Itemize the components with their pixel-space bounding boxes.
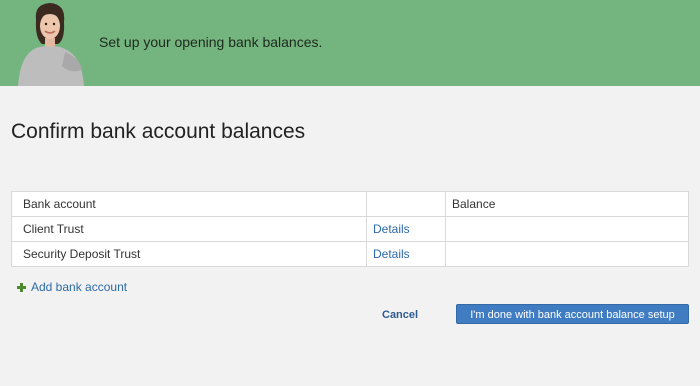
cancel-button[interactable]: Cancel [382, 309, 418, 321]
done-setup-button[interactable]: I'm done with bank account balance setup [456, 304, 689, 324]
avatar [10, 0, 92, 86]
balance-cell [445, 216, 689, 242]
banner-message: Set up your opening bank balances. [99, 34, 323, 50]
table-row: Security Deposit Trust Details [11, 241, 689, 267]
person-illustration [18, 3, 84, 86]
account-name-cell: Client Trust [11, 216, 367, 242]
column-header-details [366, 191, 446, 217]
bank-accounts-table: Bank account Balance Client Trust Detail… [11, 191, 689, 267]
header-banner: Set up your opening bank balances. [0, 0, 700, 86]
column-header-balance[interactable]: Balance [445, 191, 689, 217]
account-name-cell: Security Deposit Trust [11, 241, 367, 267]
column-header-bank-account[interactable]: Bank account [11, 191, 367, 217]
table-header-row: Bank account Balance [11, 191, 689, 217]
page-title: Confirm bank account balances [11, 120, 306, 143]
details-link[interactable]: Details [373, 247, 410, 261]
details-cell: Details [366, 241, 446, 267]
table-row: Client Trust Details [11, 216, 689, 242]
details-link[interactable]: Details [373, 222, 410, 236]
add-bank-account-row[interactable]: Add bank account [17, 280, 127, 294]
balance-cell [445, 241, 689, 267]
add-bank-account-link[interactable]: Add bank account [31, 280, 127, 294]
details-cell: Details [366, 216, 446, 242]
plus-icon[interactable] [17, 282, 26, 292]
